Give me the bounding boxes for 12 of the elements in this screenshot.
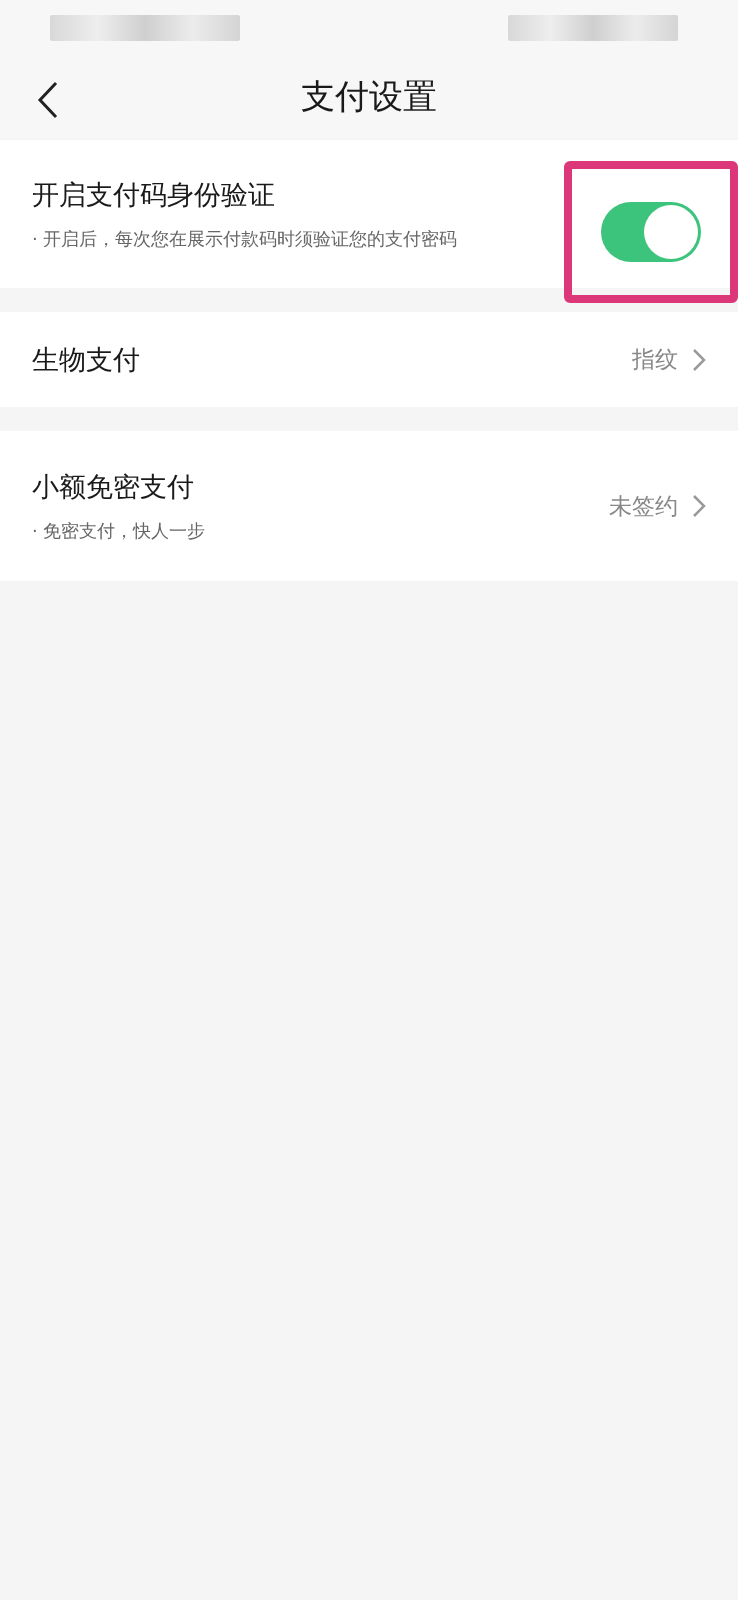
chevron-right-icon[interactable]	[692, 494, 706, 518]
setting-value: 未签约	[609, 491, 678, 521]
chevron-right-icon[interactable]	[692, 347, 706, 372]
page-title: 支付设置	[301, 75, 437, 118]
setting-description: · 开启后，每次您在展示付款码时须验证您的支付密码	[32, 227, 458, 251]
setting-title: 开启支付码身份验证	[32, 178, 276, 212]
setting-title: 生物支付	[32, 342, 140, 377]
back-icon[interactable]	[36, 80, 60, 120]
setting-value: 指纹	[632, 345, 678, 374]
toggle-switch[interactable]	[601, 202, 701, 262]
setting-description: · 免密支付，快人一步	[32, 519, 206, 543]
setting-title: 小额免密支付	[32, 470, 195, 504]
